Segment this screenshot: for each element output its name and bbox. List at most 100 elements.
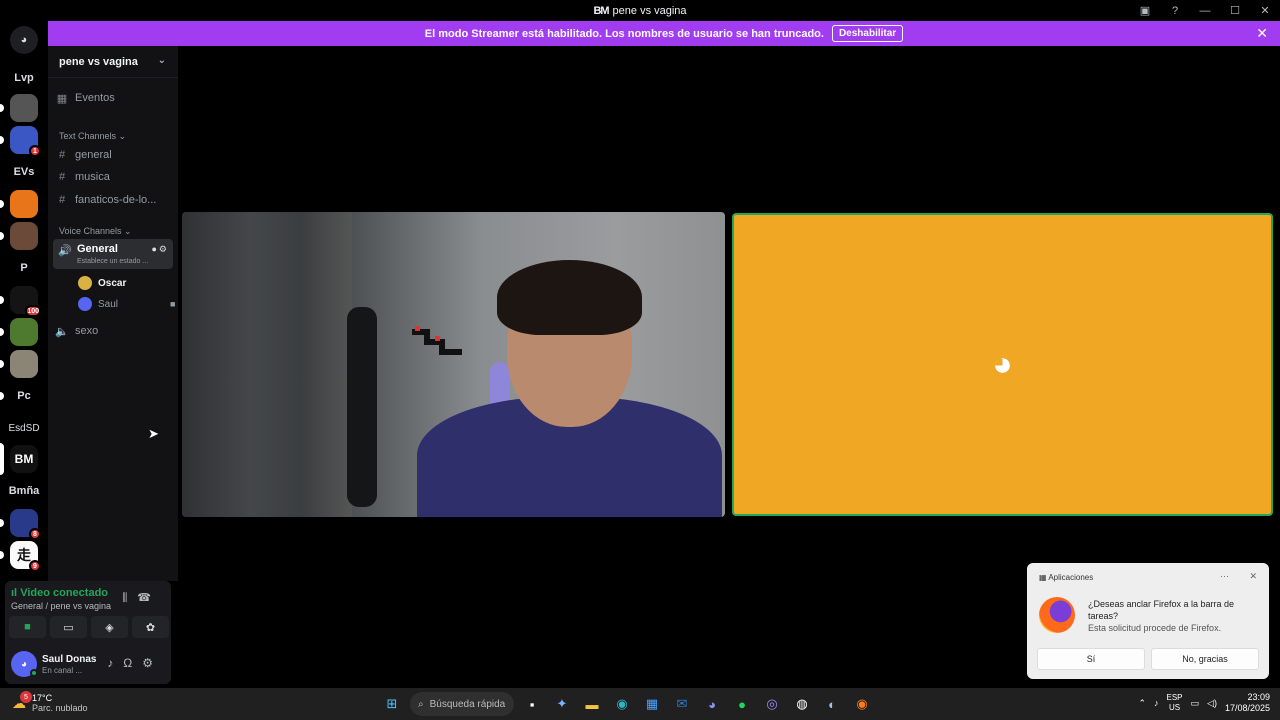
discord-icon[interactable]: ◕ (700, 692, 724, 716)
wall-shelf (407, 322, 467, 372)
server-icon-9[interactable]: 走 9 (0, 541, 41, 572)
streamer-mode-banner: El modo Streamer está habilitado. Los no… (48, 21, 1280, 46)
guild-header[interactable]: pene vs vagina ⌄ (48, 46, 178, 78)
voice-user-oscar[interactable]: Oscar (78, 276, 126, 290)
close-toast-icon[interactable]: ✕ (1249, 571, 1257, 582)
close-window-button[interactable]: ✕ (1250, 0, 1280, 21)
server-p[interactable]: P (10, 254, 38, 282)
server-icon-cooper[interactable]: 100 (0, 286, 41, 317)
more-options-icon[interactable]: ··· (1220, 571, 1229, 581)
server-icon-4[interactable] (0, 350, 38, 378)
edge-icon[interactable]: ◉ (610, 692, 634, 716)
voice-channel-sexo[interactable]: 🔈 sexo (53, 321, 173, 341)
guitar-case (347, 307, 377, 507)
voice-category[interactable]: Voice Channels ⌄ (59, 226, 132, 237)
soundboard-button[interactable]: ✿ (132, 616, 169, 638)
language-indicator[interactable]: ESP US (1167, 693, 1183, 713)
speaker-icon: 🔊 (58, 245, 72, 257)
yes-button[interactable]: Sí (1037, 648, 1145, 670)
weather-widget[interactable]: ☁ 5 17°C Parc. nublado (12, 691, 88, 713)
text-category[interactable]: Text Channels ⌄ (59, 131, 126, 142)
headphones-icon[interactable]: Ω (123, 656, 142, 670)
connected-channel[interactable]: General / pene vs vagina (11, 601, 111, 611)
noise-suppression-icon[interactable]: ⫼ (122, 592, 137, 604)
voice-user-saul[interactable]: Saul ■ (78, 297, 175, 311)
channel-name: general (75, 149, 112, 161)
window-title: pene vs vagina (612, 4, 687, 17)
hash-icon: # (58, 149, 66, 161)
server-pc-label: Pc (17, 390, 31, 402)
steam-icon[interactable]: ◐ (820, 692, 844, 716)
spotify-icon[interactable]: ● (730, 692, 754, 716)
unread-badge: 8 (29, 528, 41, 540)
activity-button[interactable]: ◈ (91, 616, 128, 638)
home-button[interactable]: ◕ (10, 26, 38, 54)
channel-musica[interactable]: # musica (53, 167, 173, 187)
server-icon-8[interactable]: 8 (0, 509, 41, 540)
file-explorer-icon[interactable]: ▬ (580, 692, 604, 716)
channel-name: fanaticos-de-lo... (75, 194, 157, 206)
guild-name: pene vs vagina (59, 55, 138, 68)
server-bm-logo: BM (14, 452, 34, 466)
voice-channel-status: Establece un estado ... (77, 258, 149, 265)
hash-icon: # (58, 171, 66, 183)
events-label: Eventos (75, 92, 115, 104)
video-tile-avatar[interactable]: ◕ (732, 213, 1273, 516)
server-icon-bm[interactable]: BM (0, 443, 38, 475)
voice-channel-general[interactable]: 🔊 General Establece un estado ... ●⚙ (53, 239, 173, 269)
user-name[interactable]: Saul Donas (42, 654, 96, 665)
firefox-taskbar-icon[interactable]: ◉ (850, 692, 874, 716)
server-icon-qu[interactable]: 1 (0, 126, 41, 157)
minimize-button[interactable]: — (1190, 0, 1220, 21)
temperature: 17°C (32, 693, 53, 703)
chevron-up-icon[interactable]: ⌃ (1138, 698, 1146, 709)
gear-icon[interactable]: ⚙ (142, 656, 163, 670)
close-banner-icon[interactable]: ✕ (1256, 25, 1268, 42)
server-icon-1[interactable] (0, 94, 38, 122)
taskbar-search[interactable]: ⌕ Búsqueda rápida (410, 692, 514, 716)
server-pc[interactable]: Pc (0, 382, 38, 410)
channel-fanaticos[interactable]: # fanaticos-de-lo... (53, 190, 173, 210)
video-camera-icon: ■ (24, 621, 31, 633)
disable-streamer-button[interactable]: Deshabilitar (831, 25, 904, 42)
maximize-button[interactable]: ☐ (1220, 0, 1250, 21)
events-item[interactable]: ▦ Eventos (53, 88, 173, 108)
network-icon[interactable]: ▭ (1191, 698, 1200, 709)
text-category-label: Text Channels (59, 131, 117, 141)
voice-panel-icons: ⫼☎ (122, 591, 161, 605)
app-icon-2[interactable]: ◍ (790, 692, 814, 716)
voice-action-buttons: ■ ▭ ◈ ✿ (9, 616, 169, 638)
server-icon-3[interactable] (0, 318, 38, 346)
server-bmna[interactable]: Bmña (9, 477, 40, 505)
start-button[interactable]: ⊞ (380, 692, 404, 716)
outlook-icon[interactable]: ✉ (670, 692, 694, 716)
toast-question: ¿Deseas anclar Firefox a la barra de tar… (1088, 599, 1235, 621)
server-esdsd[interactable]: EsdSD (8, 414, 39, 442)
server-icon-one[interactable] (0, 190, 38, 218)
clock[interactable]: 23:09 17/08/2025 (1225, 692, 1270, 714)
volume-icon[interactable]: ◁) (1207, 698, 1217, 709)
inbox-icon[interactable]: ▣ (1130, 0, 1160, 21)
store-icon[interactable]: ▦ (640, 692, 664, 716)
app-icon[interactable]: ◎ (760, 692, 784, 716)
channel-general[interactable]: # general (53, 145, 173, 165)
streamer-mode-message: El modo Streamer está habilitado. Los no… (424, 27, 824, 40)
disconnect-icon[interactable]: ☎ (137, 592, 161, 604)
screen-share-button[interactable]: ▭ (50, 616, 87, 638)
task-view-icon[interactable]: ▪ (520, 692, 544, 716)
search-placeholder: Búsqueda rápida (429, 698, 506, 710)
server-lvp[interactable]: Lvp (10, 64, 38, 92)
voice-category-label: Voice Channels (59, 226, 122, 236)
channel-tools-icons[interactable]: ●⚙ (151, 244, 169, 255)
copilot-icon[interactable]: ✦ (550, 692, 574, 716)
camera-button[interactable]: ■ (9, 616, 46, 638)
server-evs[interactable]: EVs (10, 158, 38, 186)
help-icon[interactable]: ? (1160, 0, 1190, 21)
calendar-icon: ▦ (56, 92, 68, 105)
server-icon-2[interactable] (0, 222, 38, 250)
video-tile-webcam[interactable] (182, 212, 725, 517)
no-thanks-button[interactable]: No, gracias (1151, 648, 1259, 670)
gamepad-icon: ◈ (105, 621, 114, 634)
microphone-icon[interactable]: ♪ (107, 656, 123, 670)
microphone-icon[interactable]: ♪ (1154, 698, 1159, 708)
